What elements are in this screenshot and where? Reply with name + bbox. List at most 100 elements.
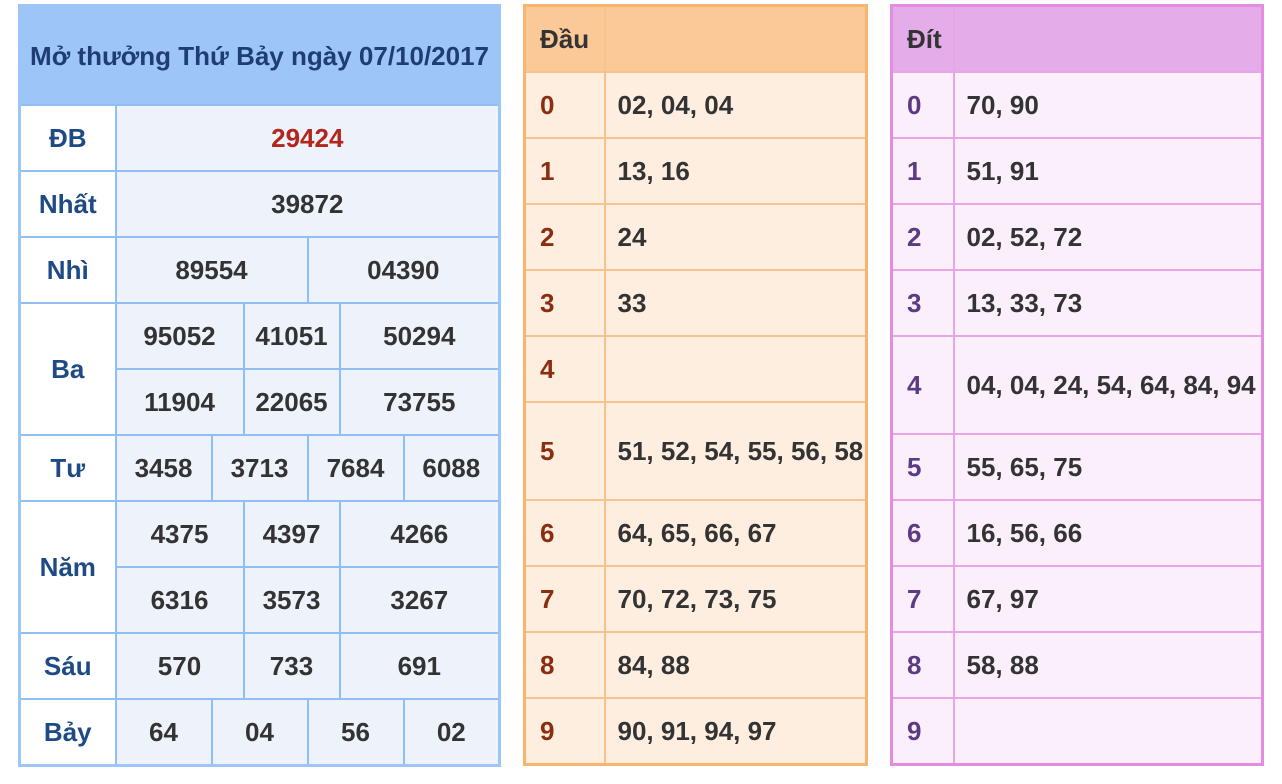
prize-row-ba: Ba 95052 41051 50294 (18, 302, 501, 436)
prize-label-sau: Sáu (18, 632, 117, 700)
prize-value-nam: 3573 (242, 566, 341, 634)
dit-values (952, 697, 1264, 766)
results-table: Mở thưởng Thứ Bảy ngày 07/10/2017 ĐB 294… (18, 4, 502, 767)
dit-key: 4 (890, 335, 955, 435)
dit-key: 7 (890, 565, 955, 633)
prize-value-bay: 02 (402, 698, 501, 767)
prize-label-db: ĐB (18, 104, 117, 172)
prize-value-nam: 6316 (114, 566, 245, 634)
dit-key: 8 (890, 631, 955, 699)
prize-row-sau: Sáu 570 733 691 (18, 632, 501, 700)
dau-row: 8 84, 88 (523, 631, 868, 699)
dau-values: 70, 72, 73, 75 (603, 565, 868, 633)
prize-value-nhi: 89554 (114, 236, 309, 304)
prize-row-nam: Năm 4375 4397 4266 (18, 500, 501, 634)
prize-label-tu: Tư (18, 434, 117, 502)
dau-values: 51, 52, 54, 55, 56, 58 (603, 401, 868, 501)
prize-value-nhi: 04390 (306, 236, 501, 304)
prize-row-db: ĐB 29424 (18, 104, 501, 172)
dau-header-blank (603, 4, 868, 73)
dit-key: 5 (890, 433, 955, 501)
dit-key: 1 (890, 137, 955, 205)
dau-values: 13, 16 (603, 137, 868, 205)
prize-value-nhat: 39872 (114, 170, 501, 238)
prize-value-ba: 22065 (242, 368, 341, 436)
prize-value-tu: 6088 (402, 434, 501, 502)
dau-values: 24 (603, 203, 868, 271)
dit-values: 13, 33, 73 (952, 269, 1264, 337)
dit-row: 1 51, 91 (890, 137, 1264, 205)
prize-label-nam: Năm (18, 500, 117, 634)
dau-row: 3 33 (523, 269, 868, 337)
dit-values: 04, 04, 24, 54, 64, 84, 94 (952, 335, 1264, 435)
dau-header: Đầu (523, 4, 606, 73)
dau-key: 4 (523, 335, 606, 403)
dau-values: 64, 65, 66, 67 (603, 499, 868, 567)
prize-value-nam: 4375 (114, 500, 245, 568)
dau-key: 8 (523, 631, 606, 699)
prize-value-nam: 4397 (242, 500, 341, 568)
dau-row: 0 02, 04, 04 (523, 71, 868, 139)
dau-values (603, 335, 868, 403)
dau-key: 2 (523, 203, 606, 271)
prize-value-db: 29424 (114, 104, 501, 172)
prize-value-sau: 570 (114, 632, 245, 700)
dit-values: 70, 90 (952, 71, 1264, 139)
dit-values: 67, 97 (952, 565, 1264, 633)
dau-key: 5 (523, 401, 606, 501)
prize-label-nhat: Nhất (18, 170, 117, 238)
dau-row: 9 90, 91, 94, 97 (523, 697, 868, 766)
dit-row: 4 04, 04, 24, 54, 64, 84, 94 (890, 335, 1264, 435)
dau-values: 02, 04, 04 (603, 71, 868, 139)
prize-value-tu: 3458 (114, 434, 213, 502)
dau-row: 7 70, 72, 73, 75 (523, 565, 868, 633)
prize-label-bay: Bảy (18, 698, 117, 767)
dit-table: Đít 0 70, 90 1 51, 91 2 02, 52, 72 3 13, 33, 73… (890, 4, 1264, 766)
prize-value-tu: 7684 (306, 434, 405, 502)
dit-row: 6 16, 56, 66 (890, 499, 1264, 567)
dit-row: 0 70, 90 (890, 71, 1264, 139)
prize-row-bay: Bảy 64 04 56 02 (18, 698, 501, 767)
dit-row: 9 (890, 697, 1264, 766)
dau-header-row: Đầu (523, 4, 868, 73)
dit-header-blank (952, 4, 1264, 73)
dau-row: 6 64, 65, 66, 67 (523, 499, 868, 567)
dau-table: Đầu 0 02, 04, 04 1 13, 16 2 24 3 33 4 5 51, 52, 54… (523, 4, 868, 766)
dau-key: 7 (523, 565, 606, 633)
prize-value-nam: 4266 (338, 500, 501, 568)
prize-value-ba: 11904 (114, 368, 245, 436)
prize-value-nam: 3267 (338, 566, 501, 634)
prize-label-nhi: Nhì (18, 236, 117, 304)
dit-values: 16, 56, 66 (952, 499, 1264, 567)
prize-value-bay: 64 (114, 698, 213, 767)
dau-values: 33 (603, 269, 868, 337)
prize-value-ba: 73755 (338, 368, 501, 436)
dau-key: 1 (523, 137, 606, 205)
dit-row: 3 13, 33, 73 (890, 269, 1264, 337)
dit-row: 5 55, 65, 75 (890, 433, 1264, 501)
dit-row: 2 02, 52, 72 (890, 203, 1264, 271)
prize-value-bay: 56 (306, 698, 405, 767)
dit-values: 51, 91 (952, 137, 1264, 205)
dau-key: 6 (523, 499, 606, 567)
dau-row: 4 (523, 335, 868, 403)
dit-values: 02, 52, 72 (952, 203, 1264, 271)
dit-key: 9 (890, 697, 955, 766)
dau-key: 3 (523, 269, 606, 337)
dit-header: Đít (890, 4, 955, 73)
page-title: Mở thưởng Thứ Bảy ngày 07/10/2017 (18, 4, 501, 106)
dau-values: 84, 88 (603, 631, 868, 699)
dit-row: 8 58, 88 (890, 631, 1264, 699)
prize-value-ba: 41051 (242, 302, 341, 370)
dau-row: 1 13, 16 (523, 137, 868, 205)
dau-row: 2 24 (523, 203, 868, 271)
dit-key: 0 (890, 71, 955, 139)
prize-value-sau: 691 (338, 632, 501, 700)
prize-value-ba: 50294 (338, 302, 501, 370)
dit-values: 55, 65, 75 (952, 433, 1264, 501)
prize-row-tu: Tư 3458 3713 7684 6088 (18, 434, 501, 502)
dau-key: 9 (523, 697, 606, 766)
prize-row-nhat: Nhất 39872 (18, 170, 501, 238)
dit-key: 2 (890, 203, 955, 271)
prize-label-ba: Ba (18, 302, 117, 436)
